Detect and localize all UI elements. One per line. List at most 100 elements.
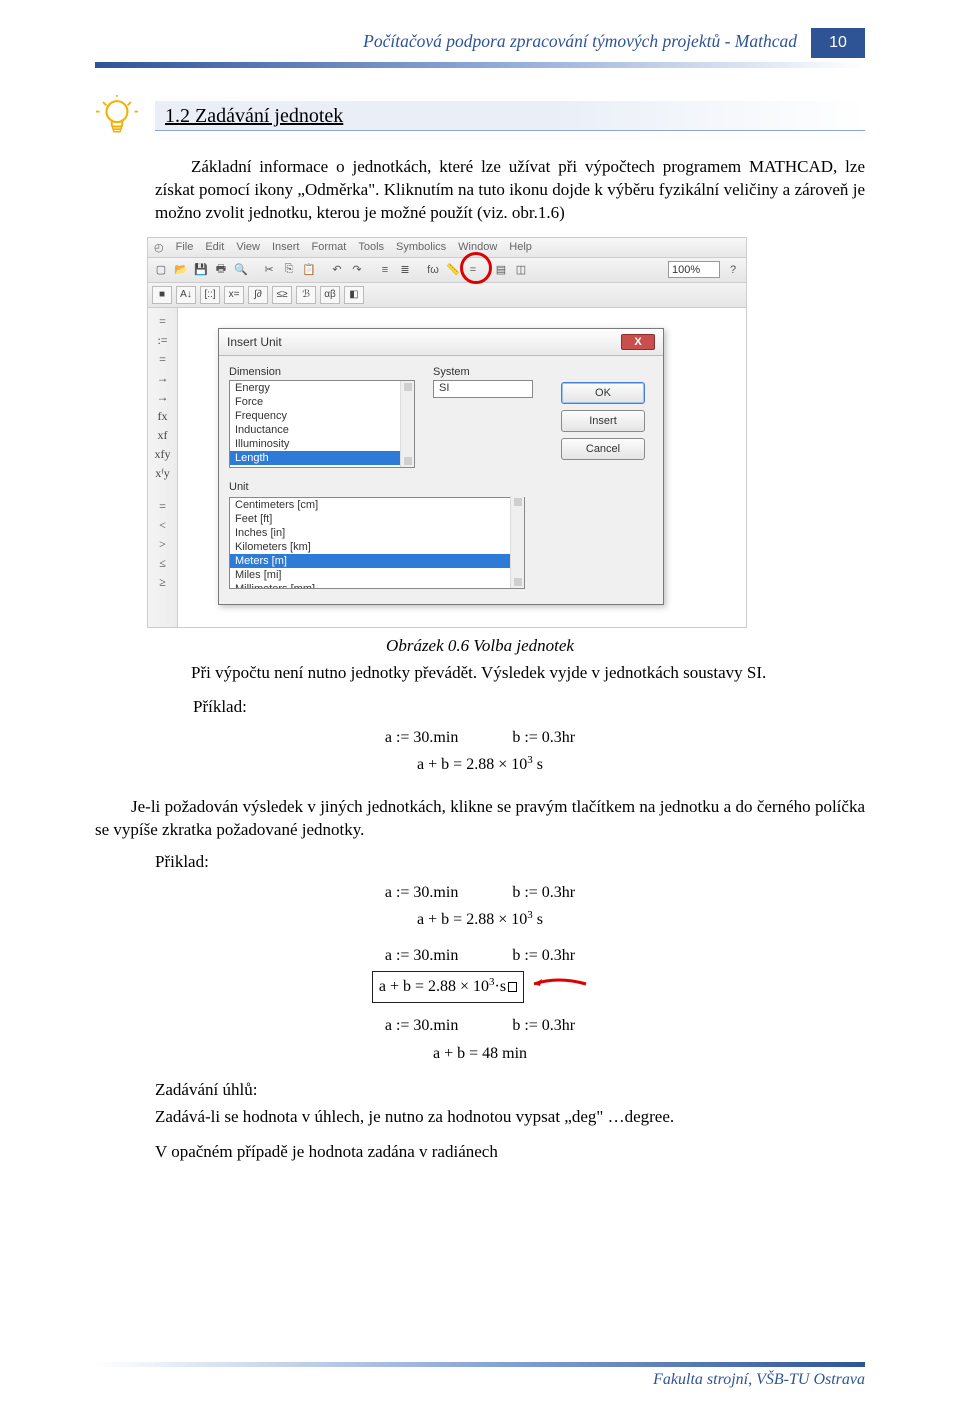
tb2-programming-icon[interactable]: ℬ: [296, 286, 316, 304]
math-b-def: b := 0.3hr: [512, 729, 575, 746]
tb-fx-icon[interactable]: fω: [424, 261, 442, 279]
math-a-def: a := 30.min: [385, 729, 458, 746]
menu-edit[interactable]: Edit: [205, 241, 224, 254]
tb2-matrix-icon[interactable]: [::]: [200, 286, 220, 304]
tb-open-icon[interactable]: 📂: [172, 261, 190, 279]
paragraph-other-units: Je-li požadován výsledek v jiných jednot…: [95, 796, 865, 842]
pal-fx[interactable]: fx: [158, 409, 168, 424]
dim-item[interactable]: Inductance: [230, 423, 414, 437]
unit-item[interactable]: Centimeters [cm]: [230, 498, 524, 512]
unit-item[interactable]: Kilometers [km]: [230, 540, 524, 554]
menu-tools[interactable]: Tools: [358, 241, 384, 254]
tb-print-icon[interactable]: 🖶: [212, 261, 230, 279]
pal-lt[interactable]: <: [159, 518, 166, 533]
menu-file[interactable]: File: [176, 241, 194, 254]
dialog-title: Insert Unit: [227, 335, 282, 349]
tb2-graph-icon[interactable]: A↓: [176, 286, 196, 304]
tb-save-icon[interactable]: 💾: [192, 261, 210, 279]
tb-undo-icon[interactable]: ↶: [328, 261, 346, 279]
section-title: 1.2 Zadávání jednotek: [165, 105, 343, 127]
tb2-symbolic-icon[interactable]: ◧: [344, 286, 364, 304]
tb-equals-icon[interactable]: =: [464, 261, 482, 279]
dim-item[interactable]: Illuminosity: [230, 437, 414, 451]
mathcad-toolbar-math: ■ A↓ [::] x= ∫∂ ≤≥ ℬ αβ ◧: [147, 283, 747, 308]
menu-window[interactable]: Window: [458, 241, 497, 254]
label-dimension: Dimension: [229, 366, 415, 378]
pal-xf[interactable]: xf: [158, 428, 168, 443]
insert-button[interactable]: Insert: [561, 410, 645, 432]
unit-item[interactable]: Millimeters [mm]: [230, 582, 524, 589]
zoom-input[interactable]: 100%: [668, 261, 720, 278]
paragraph-si: Při výpočtu není nutno jednotky převádět…: [155, 662, 865, 685]
tb-region-icon[interactable]: ◫: [512, 261, 530, 279]
pal-xfy2[interactable]: xᶠy: [155, 466, 170, 481]
ok-button[interactable]: OK: [561, 382, 645, 404]
dim-item[interactable]: Energy: [230, 381, 414, 395]
tb-help-icon[interactable]: ?: [724, 261, 742, 279]
scrollbar[interactable]: [510, 496, 524, 588]
tb-redo-icon[interactable]: ↷: [348, 261, 366, 279]
tb2-calculator-icon[interactable]: ■: [152, 286, 172, 304]
unit-item[interactable]: Feet [ft]: [230, 512, 524, 526]
tb-paste-icon[interactable]: 📋: [300, 261, 318, 279]
pal-eq3[interactable]: =: [159, 499, 166, 514]
pal-eq2[interactable]: =: [159, 352, 166, 367]
tb-new-icon[interactable]: ▢: [152, 261, 170, 279]
tb-align2-icon[interactable]: ≣: [396, 261, 414, 279]
math-example-2a: a := 30.min b := 0.3hr a + b = 2.88 × 10…: [95, 880, 865, 933]
footer-text: Fakulta strojní, VŠB-TU Ostrava: [653, 1371, 865, 1388]
unit-item-selected[interactable]: Meters [m]: [230, 554, 524, 568]
menu-format[interactable]: Format: [311, 241, 346, 254]
mathcad-menubar: ◴ File Edit View Insert Format Tools Sym…: [147, 237, 747, 258]
tb2-calculus-icon[interactable]: ∫∂: [248, 286, 268, 304]
section-title-bar: 1.2 Zadávání jednotek: [155, 101, 865, 131]
pal-eq1[interactable]: =: [159, 314, 166, 329]
math-exp: 3: [527, 754, 533, 766]
system-listbox[interactable]: SI: [433, 380, 533, 398]
dim-item-selected[interactable]: Length: [230, 451, 414, 465]
dim-item[interactable]: Frequency: [230, 409, 414, 423]
math-boxed-result: a + b = 2.88 × 103·s: [372, 971, 524, 1004]
dialog-close-button[interactable]: X: [621, 334, 655, 350]
unit-placeholder-box[interactable]: [508, 982, 517, 992]
unit-listbox[interactable]: Centimeters [cm] Feet [ft] Inches [in] K…: [229, 497, 525, 589]
dim-item[interactable]: Force: [230, 395, 414, 409]
cancel-button[interactable]: Cancel: [561, 438, 645, 460]
mathcad-toolbar-main: ▢ 📂 💾 🖶 🔍 ✂ ⎘ 📋 ↶ ↷ ≡ ≣ fω 📏 = ▤ ◫ 100%: [147, 258, 747, 283]
pal-gt[interactable]: >: [159, 537, 166, 552]
angles-p1: Zadává-li se hodnota v úhlech, je nutno …: [155, 1106, 865, 1129]
angles-p2: V opačném případě je hodnota zadána v ra…: [155, 1141, 865, 1164]
unit-item[interactable]: Miles [mi]: [230, 568, 524, 582]
math-example-2c: a := 30.min b := 0.3hr a + b = 48 min: [95, 1013, 865, 1066]
tb2-greek-icon[interactable]: αβ: [320, 286, 340, 304]
menu-view[interactable]: View: [236, 241, 260, 254]
example-label-2: Přiklad:: [155, 852, 865, 872]
pal-assign[interactable]: :=: [157, 333, 167, 348]
menu-insert[interactable]: Insert: [272, 241, 300, 254]
tb-component-icon[interactable]: ▤: [492, 261, 510, 279]
tb-cut-icon[interactable]: ✂: [260, 261, 278, 279]
tb2-evaluation-icon[interactable]: x=: [224, 286, 244, 304]
pal-ge[interactable]: ≥: [159, 575, 166, 590]
pal-le[interactable]: ≤: [159, 556, 166, 571]
tb-preview-icon[interactable]: 🔍: [232, 261, 250, 279]
pal-arrow2[interactable]: →: [157, 390, 169, 405]
menu-symbolics[interactable]: Symbolics: [396, 241, 446, 254]
insert-unit-dialog: Insert Unit X Dimension Energy: [218, 328, 664, 605]
pal-arrow1[interactable]: →: [157, 371, 169, 386]
mathcad-app-icon: ◴: [154, 241, 164, 254]
paragraph-intro: Základní informace o jednotkách, které l…: [155, 156, 865, 225]
page-number: 10: [811, 28, 865, 58]
menu-help[interactable]: Help: [509, 241, 532, 254]
example-label-1: Příklad:: [193, 697, 865, 717]
dimension-listbox[interactable]: Energy Force Frequency Inductance Illumi…: [229, 380, 415, 468]
tb-align-icon[interactable]: ≡: [376, 261, 394, 279]
pal-xfy[interactable]: xfy: [155, 447, 171, 462]
system-value[interactable]: SI: [434, 381, 532, 395]
tb2-boolean-icon[interactable]: ≤≥: [272, 286, 292, 304]
unit-item[interactable]: Inches [in]: [230, 526, 524, 540]
tb-unit-icon[interactable]: 📏: [444, 261, 462, 279]
math-result1: a + b = 2.88 × 10: [417, 756, 527, 773]
scrollbar[interactable]: [400, 381, 414, 467]
tb-copy-icon[interactable]: ⎘: [280, 261, 298, 279]
